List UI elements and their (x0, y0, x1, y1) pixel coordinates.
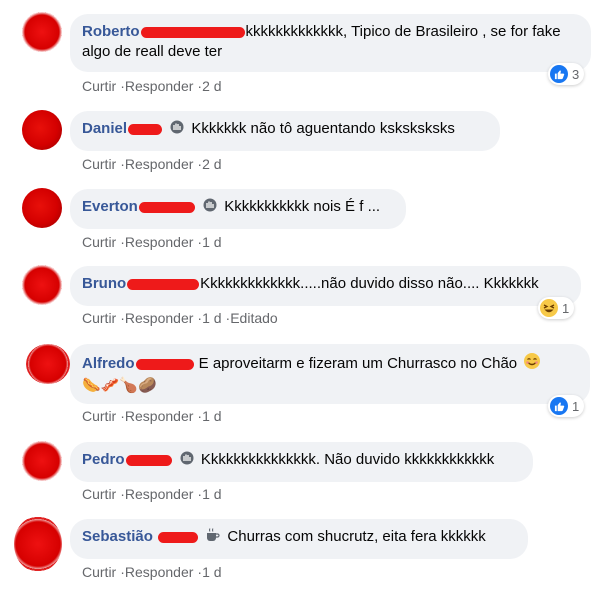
haha-icon (540, 299, 558, 317)
reply-link[interactable]: Responder (125, 486, 194, 502)
avatar[interactable] (22, 110, 62, 150)
comment-author[interactable]: Alfredo (82, 355, 135, 372)
wave-hand-icon (202, 197, 218, 219)
reaction-count: 3 (572, 66, 580, 82)
avatar[interactable] (22, 12, 62, 52)
timestamp[interactable]: 2 d (202, 156, 221, 172)
avatar[interactable] (26, 344, 70, 384)
redacted-surname (125, 454, 172, 466)
reply-link[interactable]: Responder (125, 234, 194, 250)
comment-text: Churras com shucrutz, eita fera kkkkkk (227, 528, 486, 545)
like-link[interactable]: Curtir (82, 310, 116, 326)
avatar[interactable] (22, 188, 62, 228)
comment-text: Kkkkkkkkkkk nois É f ... (224, 198, 381, 215)
reaction-badge[interactable]: 3 (548, 63, 585, 85)
reply-link[interactable]: Responder (125, 310, 194, 326)
edited-label: Editado (230, 310, 278, 326)
timestamp[interactable]: 1 d (202, 234, 221, 250)
redacted-surname (158, 531, 199, 543)
like-link[interactable]: Curtir (82, 234, 116, 250)
comment-bubble: Roberto kkkkkkkkkkkkk, Tipico de Brasilei… (70, 14, 591, 72)
like-link[interactable]: Curtir (82, 156, 116, 172)
comment-actions: Curtir ·Responder ·1 d ·Editado (82, 310, 278, 326)
timestamp[interactable]: 1 d (202, 310, 221, 326)
timestamp[interactable]: 1 d (202, 486, 221, 502)
comment-author[interactable]: Everton (82, 198, 138, 215)
comment-author[interactable]: Bruno (82, 275, 126, 292)
redacted-surname (135, 358, 194, 370)
comment-actions: Curtir ·Responder ·1 d (82, 486, 222, 502)
comment-actions: Curtir ·Responder ·2 d (82, 78, 222, 94)
comment-author[interactable]: Daniel (82, 120, 127, 137)
food-emojis: 🌭🥓🍗🥔 (82, 377, 157, 394)
comment-bubble: Bruno Kkkkkkkkkkkkk.....não duvido disso … (70, 266, 581, 306)
like-link[interactable]: Curtir (82, 78, 116, 94)
reaction-badge[interactable]: 1 (538, 297, 575, 319)
comment-actions: Curtir ·Responder ·1 d (82, 408, 222, 424)
comment-text: Kkkkkkkkkkkkkkk. Não duvido kkkkkkkkkkkk (200, 451, 495, 468)
reply-link[interactable]: Responder (125, 78, 194, 94)
coffee-icon (205, 527, 221, 549)
avatar[interactable] (22, 265, 62, 305)
reaction-count: 1 (562, 300, 570, 316)
redacted-surname (140, 26, 245, 38)
wave-hand-icon (179, 450, 195, 472)
comment-text: Kkkkkkkkkkkkk.....não duvido disso não..… (200, 275, 539, 292)
comment-bubble: Pedro Kkkkkkkkkkkkkkk. Não duvido kkkkkk… (70, 442, 533, 482)
reaction-count: 1 (572, 398, 580, 414)
reaction-badge[interactable]: 1 (548, 395, 585, 417)
comment-author[interactable]: Pedro (82, 451, 125, 468)
avatar[interactable] (14, 516, 62, 572)
redacted-surname (138, 201, 195, 213)
like-icon (550, 397, 568, 415)
reply-link[interactable]: Responder (125, 408, 194, 424)
avatar[interactable] (22, 441, 62, 481)
smile-icon (523, 352, 541, 376)
like-icon (550, 65, 568, 83)
timestamp[interactable]: 1 d (202, 564, 221, 580)
reply-link[interactable]: Responder (125, 564, 194, 580)
comment-author[interactable]: Roberto (82, 23, 140, 40)
like-link[interactable]: Curtir (82, 408, 116, 424)
wave-hand-icon (169, 119, 185, 141)
comment-bubble: Daniel Kkkkkkk não tô aguentando ksksksk… (70, 111, 500, 151)
comment-actions: Curtir ·Responder ·1 d (82, 564, 222, 580)
comment-bubble: Everton Kkkkkkkkkkk nois É f ... (70, 189, 406, 229)
comment-text: Kkkkkkk não tô aguentando ksksksksks (191, 120, 455, 137)
comment-author[interactable]: Sebastião (82, 528, 153, 545)
comment-text: E aproveitarm e fizeram um Churrasco no … (198, 355, 518, 372)
like-link[interactable]: Curtir (82, 486, 116, 502)
reply-link[interactable]: Responder (125, 156, 194, 172)
redacted-surname (128, 123, 163, 135)
comment-actions: Curtir ·Responder ·2 d (82, 156, 222, 172)
timestamp[interactable]: 2 d (202, 78, 221, 94)
like-link[interactable]: Curtir (82, 564, 116, 580)
comment-actions: Curtir ·Responder ·1 d (82, 234, 222, 250)
comment-bubble: Alfredo E aproveitarm e fizeram um Churr… (70, 344, 590, 404)
redacted-surname (127, 278, 200, 290)
comment-bubble: Sebastião Churras com shucrutz, eita fer… (70, 519, 528, 559)
timestamp[interactable]: 1 d (202, 408, 221, 424)
